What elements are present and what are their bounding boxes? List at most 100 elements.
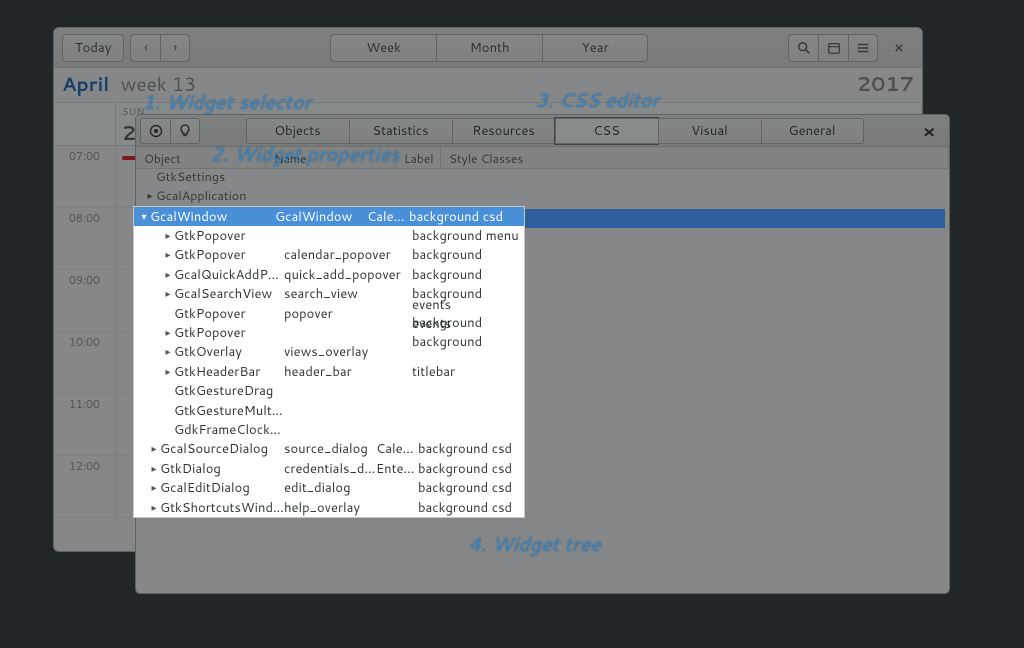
tree-name: help_overlay (284, 499, 376, 517)
expand-caret-icon[interactable]: ▸ (162, 326, 174, 340)
col-name[interactable]: Name (266, 147, 396, 168)
tab-css[interactable]: CSS (555, 118, 658, 144)
close-icon: × (894, 36, 904, 59)
year-label: 2017 (857, 70, 914, 98)
tree-name: search_view (284, 285, 412, 303)
lightbulb-icon (177, 123, 193, 139)
tree-name: calendar_popover (284, 246, 412, 264)
view-year[interactable]: Year (542, 34, 648, 62)
selection-extension (525, 209, 945, 228)
tree-row[interactable]: ▸GtkShortcutsWindowhelp_overlay backgroun… (134, 498, 524, 517)
tree-style: titlebar (412, 363, 524, 381)
col-object[interactable]: Object (136, 147, 266, 168)
view-month[interactable]: Month (436, 34, 542, 62)
chevron-right-icon: › (174, 39, 178, 57)
tree-row[interactable]: ▸GtkPopover background menu (134, 226, 524, 245)
calendars-button[interactable] (818, 34, 848, 62)
tree-style: background (412, 266, 524, 284)
nav-buttons: ‹ › (130, 34, 190, 62)
tab-resources[interactable]: Resources (452, 118, 555, 144)
widget-flash-button[interactable] (170, 118, 200, 144)
close-icon: × (923, 118, 936, 144)
tree-row[interactable]: ▸GcalSourceDialogsource_dialogCalen...ba… (134, 440, 524, 459)
tree-name: GcalWindow (275, 208, 367, 226)
tree-object: GtkPopover (174, 246, 284, 264)
tree-row[interactable]: ▸GcalApplication (140, 186, 274, 205)
tree-name: quick_add_popover (284, 266, 412, 284)
tree-object: GtkPopover (174, 227, 284, 245)
tree-object: GtkShortcutsWindow (160, 499, 284, 517)
tree-label: Calen... (367, 208, 409, 226)
tree-style: background menu (412, 227, 524, 245)
search-button[interactable] (788, 34, 818, 62)
tree-object: GtkGestureMultiPress (174, 402, 284, 420)
expand-caret-icon[interactable]: ▸ (162, 287, 174, 301)
menu-button[interactable] (848, 34, 878, 62)
widget-picker-button[interactable] (140, 118, 170, 144)
time-label: 09:00 (54, 270, 116, 331)
tree-style: background csd (418, 460, 524, 478)
tree-object: GcalApplication (156, 187, 274, 205)
col-label[interactable]: Label (396, 147, 441, 168)
expand-caret-icon[interactable]: ▸ (162, 248, 174, 262)
tree-row[interactable]: ▸GtkHeaderBarheader_bartitlebar (134, 362, 524, 381)
tree-row[interactable]: GdkFrameClockIdle (134, 420, 524, 439)
inspector-close-button[interactable]: × (909, 118, 949, 144)
today-button[interactable]: Today (62, 34, 124, 62)
tree-row[interactable]: GtkGestureDrag (134, 382, 524, 401)
expand-caret-icon[interactable]: ▸ (144, 189, 156, 203)
expand-caret-icon[interactable]: ▸ (162, 365, 174, 379)
close-window-button[interactable]: × (884, 34, 914, 62)
view-week[interactable]: Week (330, 34, 436, 62)
tree-row[interactable]: ▸GtkPopoverevents background (134, 323, 524, 342)
inspector-headerbar: Objects Statistics Resources CSS Visual … (136, 115, 949, 147)
tree-row[interactable]: GtkSettings (140, 167, 274, 186)
tree-object: GdkFrameClockIdle (174, 421, 284, 439)
tree-name: credentials_dialog (284, 460, 376, 478)
expand-caret-icon[interactable]: ▸ (162, 345, 174, 359)
target-icon (148, 123, 164, 139)
tree-roots-dimmed: GtkSettings ▸GcalApplication (140, 167, 274, 205)
tab-statistics[interactable]: Statistics (349, 118, 452, 144)
tree-label: Calen... (376, 440, 418, 458)
tree-object: GtkPopover (174, 305, 284, 323)
tree-object: GtkHeaderBar (174, 363, 284, 381)
tree-style: background (412, 246, 524, 264)
week-label: week 13 (121, 71, 196, 98)
tree-row[interactable]: GtkGestureMultiPress (134, 401, 524, 420)
tree-row-selected[interactable]: ▾ GcalWindow GcalWindow Calen... backgro… (134, 207, 524, 226)
expand-caret-icon[interactable]: ▾ (138, 210, 150, 224)
expand-caret-icon[interactable]: ▸ (148, 481, 160, 495)
tree-row[interactable]: ▸GcalQuickAddPopoverquick_add_popoverbac… (134, 265, 524, 284)
time-label: 11:00 (54, 394, 116, 455)
tree-object: GcalEditDialog (160, 479, 284, 497)
expand-caret-icon[interactable]: ▸ (162, 229, 174, 243)
tree-object: GtkGestureDrag (174, 382, 284, 400)
tree-object: GtkOverlay (174, 343, 284, 361)
tree-style: background csd (418, 479, 524, 497)
time-label: 07:00 (54, 146, 116, 207)
tab-objects[interactable]: Objects (246, 118, 349, 144)
next-button[interactable]: › (160, 34, 190, 62)
hamburger-icon (856, 41, 870, 55)
expand-caret-icon[interactable]: ▸ (148, 442, 160, 456)
expand-caret-icon[interactable]: ▸ (148, 501, 160, 515)
tree-style: background csd (418, 499, 524, 517)
tree-object: GcalSearchView (174, 285, 284, 303)
calendar-subheader: April week 13 2017 (54, 68, 922, 102)
tab-general[interactable]: General (761, 118, 864, 144)
tree-column-headers: Object Name Label Style Classes (136, 147, 949, 169)
tree-name: source_dialog (284, 440, 376, 458)
col-style[interactable]: Style Classes (441, 147, 949, 168)
tree-style: background csd (418, 440, 524, 458)
tree-name: popover (284, 305, 412, 323)
tab-visual[interactable]: Visual (658, 118, 761, 144)
tree-row[interactable]: ▸GtkPopovercalendar_popoverbackground (134, 246, 524, 265)
expand-caret-icon[interactable]: ▸ (148, 462, 160, 476)
prev-button[interactable]: ‹ (130, 34, 160, 62)
tree-row[interactable]: ▸GcalEditDialogedit_dialog background csd (134, 478, 524, 497)
tree-row[interactable]: ▸GtkDialogcredentials_dialogEnter ...bac… (134, 459, 524, 478)
tree-name: edit_dialog (284, 479, 376, 497)
expand-caret-icon[interactable]: ▸ (162, 268, 174, 282)
tree-object: GtkPopover (174, 324, 284, 342)
